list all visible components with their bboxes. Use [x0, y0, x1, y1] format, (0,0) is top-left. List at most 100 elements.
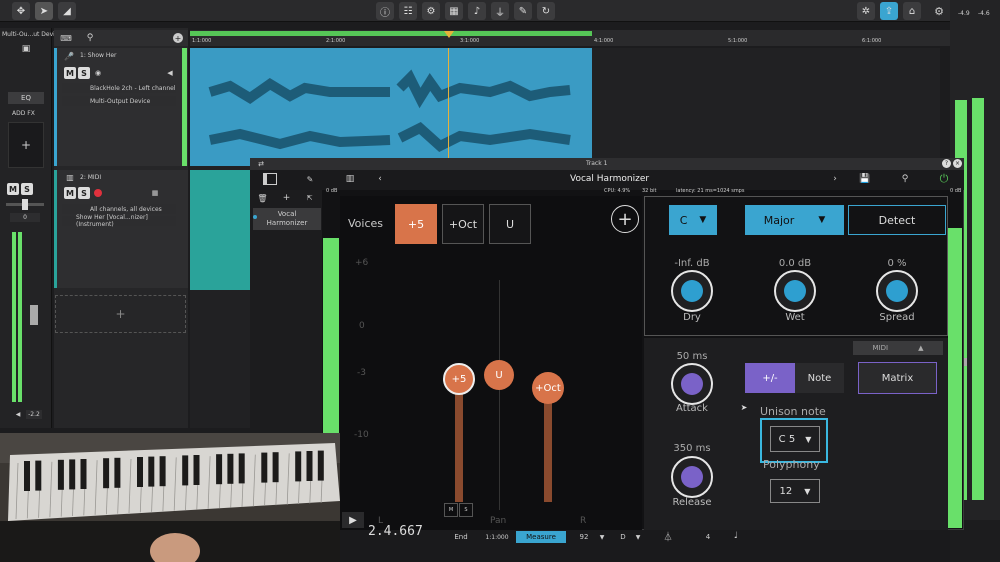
track-2-keys-icon[interactable]: ▦ [150, 188, 160, 198]
pan-knob[interactable] [22, 199, 28, 210]
attack-knob[interactable] [671, 363, 713, 405]
plugin-keyboard-icon[interactable]: ▥ [342, 173, 358, 185]
fader-solo-button[interactable]: S [459, 503, 473, 517]
fader-oct-handle[interactable]: +Oct [532, 372, 564, 404]
pencil-icon[interactable]: ✎ [305, 174, 315, 184]
pointer-tool-icon[interactable]: ➤ [35, 2, 53, 20]
track-2-record-icon[interactable] [94, 189, 102, 197]
add-track-icon[interactable]: + [173, 33, 183, 43]
share-icon[interactable]: ⇪ [880, 2, 898, 20]
info-icon[interactable]: ⓘ [376, 2, 394, 20]
save-preset-icon[interactable]: 💾 [859, 173, 871, 185]
prev-preset-icon[interactable]: ‹ [375, 173, 385, 185]
matrix-button[interactable]: Matrix [858, 362, 937, 394]
route-icon[interactable]: ⚲ [84, 32, 96, 44]
fader-unison-handle[interactable]: U [484, 360, 514, 390]
track-1-solo[interactable]: S [78, 67, 90, 79]
note-value-icon[interactable]: ♩ [730, 530, 742, 542]
add-plugin-icon[interactable]: + [282, 193, 291, 203]
key-field-chevron-icon[interactable]: ▼ [634, 532, 642, 542]
settings-gear-icon[interactable]: ⚙ [932, 4, 946, 18]
dry-knob[interactable] [671, 270, 713, 312]
loop-region[interactable] [190, 31, 592, 36]
position-field[interactable]: 1:1:000 [480, 532, 514, 542]
time-sig-field[interactable]: 4 [702, 532, 714, 542]
fader-plus5-track[interactable] [455, 380, 463, 502]
plugin-swap-icon[interactable]: ⇄ [256, 159, 266, 169]
next-preset-icon[interactable]: › [830, 173, 840, 185]
track-1-input-select[interactable]: BlackHole 2ch - Left channel [62, 83, 176, 93]
note-button[interactable]: Note [795, 363, 844, 393]
speaker-icon[interactable]: ▣ [20, 42, 32, 56]
add-fx-button[interactable]: + [8, 122, 44, 168]
tuner-icon[interactable]: ⏚ [491, 2, 509, 20]
trash-icon[interactable]: 🗑 [257, 193, 267, 203]
playhead-marker[interactable] [444, 31, 454, 38]
add-voice-icon[interactable]: + [611, 205, 639, 233]
voice-unison-button[interactable]: U [489, 204, 531, 244]
release-knob[interactable] [671, 456, 713, 498]
audio-clip[interactable] [190, 48, 592, 166]
piano-roll-icon[interactable]: ♪ [468, 2, 486, 20]
track-1-name[interactable]: 1: Show Her [80, 52, 117, 59]
track-1-output-select[interactable]: Multi-Output Device [62, 96, 176, 106]
fader-oct-track[interactable] [544, 390, 552, 502]
measure-button[interactable]: Measure [516, 531, 566, 543]
polyphony-label: Polyphony [763, 458, 820, 471]
mute-button[interactable]: M [7, 183, 19, 195]
detect-button[interactable]: Detect [848, 205, 946, 235]
track-2-output-select[interactable]: Show Her [Vocal...nizer] (Instrument) [62, 214, 176, 228]
fader-plus5-handle[interactable]: +5 [443, 363, 475, 395]
bpm-field[interactable]: 92 [572, 532, 596, 542]
mode-select[interactable]: Major ▼ [745, 205, 844, 235]
track-2-mute[interactable]: M [64, 187, 76, 199]
track-2-input-select[interactable]: All channels, all devices [62, 204, 176, 214]
track-1-volume-icon[interactable]: ◀ [165, 68, 175, 78]
ramp-tool-icon[interactable]: ◢ [58, 2, 76, 20]
power-icon[interactable]: ⏻ [938, 172, 950, 186]
voice-plus5-button[interactable]: +5 [395, 204, 437, 244]
fader-mute-button[interactable]: M [444, 503, 458, 517]
network-icon[interactable]: ✲ [857, 2, 875, 20]
spread-knob[interactable] [876, 270, 918, 312]
track-2-solo[interactable]: S [78, 187, 90, 199]
track-1-header[interactable] [54, 48, 188, 166]
loop-icon[interactable]: ↻ [537, 2, 555, 20]
bpm-chevron-icon[interactable]: ▼ [598, 532, 606, 542]
mixer-icon[interactable]: ☷ [399, 2, 417, 20]
webcam-overlay [0, 433, 340, 562]
play-button[interactable]: ▶ [342, 512, 364, 528]
plus-minus-button[interactable]: +/- [745, 363, 795, 393]
key-field[interactable]: D [616, 532, 630, 542]
unison-note-select[interactable]: C 5 ▼ [770, 426, 820, 452]
fx-icon[interactable]: ⚙ [422, 2, 440, 20]
tools-icon[interactable]: ✎ [514, 2, 532, 20]
polyphony-select[interactable]: 12 ▼ [770, 479, 820, 503]
keyboard-icon[interactable]: ▦ [445, 2, 463, 20]
speaker-small-icon[interactable]: ◀ [14, 410, 22, 419]
export-icon[interactable]: ⇱ [305, 193, 314, 203]
volume-fader[interactable] [30, 305, 38, 325]
plugin-list-item[interactable]: Vocal Harmonizer [253, 208, 321, 230]
sidebar-toggle-icon[interactable] [263, 173, 277, 185]
move-tool-icon[interactable]: ✥ [12, 2, 30, 20]
routing-icon[interactable]: ⚲ [898, 173, 912, 185]
home-icon[interactable]: ⌂ [903, 2, 921, 20]
end-button[interactable]: End [446, 532, 476, 542]
plugin-name[interactable]: Vocal Harmonizer [570, 174, 649, 184]
scale-tick-minus10: -10 [354, 430, 369, 440]
plugin-help-icon[interactable]: ? [942, 159, 951, 168]
midi-toggle[interactable]: MIDI ▲ [853, 341, 943, 355]
track-2-name[interactable]: 2: MIDI [80, 174, 101, 181]
add-track-area[interactable]: + [55, 295, 186, 333]
wet-knob[interactable] [774, 270, 816, 312]
metronome-icon[interactable]: ⏃ [662, 530, 674, 543]
track-1-mute[interactable]: M [64, 67, 76, 79]
plugin-close-icon[interactable]: × [953, 159, 962, 168]
voice-plus-oct-button[interactable]: +Oct [442, 204, 484, 244]
track-1-monitor-icon[interactable]: ◉ [93, 68, 103, 78]
eq-button[interactable]: EQ [8, 92, 44, 104]
midi-in-icon[interactable]: ⌨ [60, 32, 72, 44]
solo-button[interactable]: S [21, 183, 33, 195]
key-select[interactable]: C ▼ [669, 205, 717, 235]
